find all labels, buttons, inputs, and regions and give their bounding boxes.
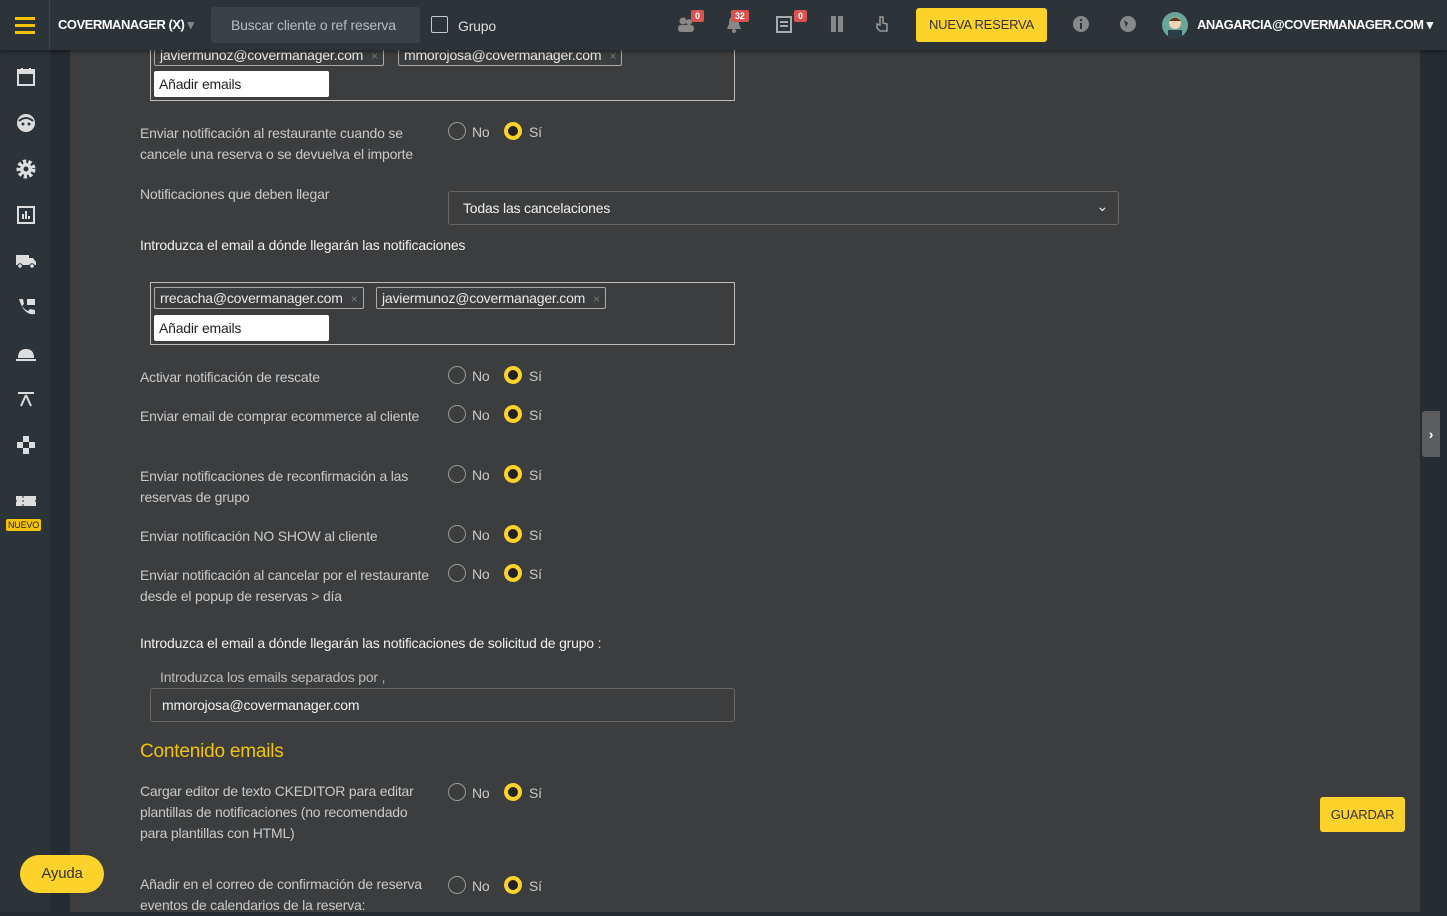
- new-badge: NUEVO: [6, 519, 42, 531]
- ecommerce-label: Enviar email de comprar ecommerce al cli…: [140, 408, 420, 424]
- radio-label-yes: Sí: [529, 124, 542, 140]
- caret-down-icon: ▾: [187, 17, 194, 32]
- calendar-events-no-radio[interactable]: [448, 876, 466, 894]
- sidebar: NUEVO: [0, 50, 50, 912]
- rescue-label: Activar notificación de rescate: [140, 369, 320, 385]
- radio-label-no: No: [472, 467, 490, 483]
- globe-icon[interactable]: [1118, 14, 1138, 34]
- chart-icon[interactable]: [15, 204, 37, 226]
- radio-label-yes: Sí: [529, 368, 542, 384]
- add-emails-input[interactable]: Añadir emails: [154, 315, 329, 341]
- group-checkbox[interactable]: [431, 16, 448, 33]
- group-email-help: Introduzca los emails separados por ,: [160, 669, 386, 685]
- gear-icon[interactable]: [15, 158, 37, 180]
- radio-label-no: No: [472, 527, 490, 543]
- radio-label-yes: Sí: [529, 878, 542, 894]
- group-email-input[interactable]: mmorojosa@covermanager.com: [150, 688, 735, 722]
- cancel-popup-label: Enviar notificación al cancelar por el r…: [140, 567, 429, 604]
- ecommerce-no-radio[interactable]: [448, 405, 466, 423]
- group-email-label: Introduzca el email a dónde llegarán las…: [140, 635, 602, 651]
- chevron-right-icon[interactable]: ›: [1422, 411, 1440, 457]
- phone-icon[interactable]: [15, 296, 37, 318]
- groups-badge: 0: [691, 10, 704, 22]
- user-email: ANAGARCIA@COVERMANAGER.COM: [1197, 17, 1424, 32]
- new-booking-button[interactable]: NUEVA RESERVA: [916, 8, 1047, 42]
- radio-label-no: No: [472, 878, 490, 894]
- ticket-icon[interactable]: [15, 490, 37, 512]
- rescue-yes-radio[interactable]: [504, 366, 522, 384]
- section-title: Contenido emails: [140, 741, 284, 762]
- radio-label-yes: Sí: [529, 785, 542, 801]
- cutlery-icon[interactable]: [827, 14, 847, 34]
- selected-value: Todas las cancelaciones: [463, 200, 611, 216]
- group-label: Grupo: [458, 18, 496, 34]
- cloche-icon[interactable]: [15, 342, 37, 364]
- calendar-events-label: Añadir en el correo de confirmación de r…: [140, 876, 422, 913]
- remove-tag-icon[interactable]: ×: [593, 292, 600, 306]
- notify-cancel-yes-radio[interactable]: [504, 122, 522, 140]
- notif-type-select[interactable]: Todas las cancelaciones ⌄: [448, 191, 1119, 225]
- radio-label-yes: Sí: [529, 467, 542, 483]
- radio-label-yes: Sí: [529, 566, 542, 582]
- table-icon[interactable]: [15, 388, 37, 410]
- add-emails-input[interactable]: Añadir emails: [154, 71, 329, 97]
- radio-label-yes: Sí: [529, 407, 542, 423]
- rescue-no-radio[interactable]: [448, 366, 466, 384]
- hand-pointer-icon[interactable]: [872, 14, 892, 34]
- restaurant-name: COVERMANAGER (X): [58, 17, 185, 32]
- radio-label-no: No: [472, 124, 490, 140]
- radio-label-no: No: [472, 785, 490, 801]
- radio-label-no: No: [472, 566, 490, 582]
- face-icon[interactable]: [15, 112, 37, 134]
- cancel-popup-no-radio[interactable]: [448, 564, 466, 582]
- cancel-popup-yes-radio[interactable]: [504, 564, 522, 582]
- reconfirm-label: Enviar notificaciones de reconfirmación …: [140, 468, 409, 505]
- alerts-badge: 32: [731, 10, 749, 22]
- reconfirm-yes-radio[interactable]: [504, 465, 522, 483]
- radio-label-no: No: [472, 407, 490, 423]
- noshow-label: Enviar notificación NO SHOW al cliente: [140, 528, 378, 544]
- user-menu[interactable]: ANAGARCIA@COVERMANAGER.COM ▾: [1197, 17, 1433, 33]
- radio-label-no: No: [472, 368, 490, 384]
- truck-icon[interactable]: [15, 250, 37, 272]
- caret-down-icon: ▾: [1426, 17, 1434, 32]
- chevron-down-icon: ⌄: [1096, 198, 1108, 214]
- noshow-no-radio[interactable]: [448, 525, 466, 543]
- notes-badge: 0: [794, 10, 807, 22]
- email-tag: rrecacha@covermanager.com ×: [154, 287, 364, 309]
- ecommerce-yes-radio[interactable]: [504, 405, 522, 423]
- radio-label-yes: Sí: [529, 527, 542, 543]
- calendar-events-yes-radio[interactable]: [504, 876, 522, 894]
- notify-cancel-no-radio[interactable]: [448, 122, 466, 140]
- top-bar: COVERMANAGER (X) ▾ Buscar cliente o ref …: [0, 0, 1447, 50]
- help-button[interactable]: Ayuda: [20, 855, 104, 893]
- reconfirm-no-radio[interactable]: [448, 465, 466, 483]
- save-button[interactable]: GUARDAR: [1320, 797, 1405, 832]
- restaurant-selector[interactable]: COVERMANAGER (X) ▾: [58, 17, 194, 33]
- calendar-icon[interactable]: [15, 66, 37, 88]
- noshow-yes-radio[interactable]: [504, 525, 522, 543]
- ckeditor-label: Cargar editor de texto CKEDITOR para edi…: [140, 783, 414, 841]
- notes-icon[interactable]: [774, 14, 794, 34]
- notif-type-label: Notificaciones que deben llegar: [140, 186, 330, 202]
- gamepad-icon[interactable]: [15, 434, 37, 456]
- ckeditor-no-radio[interactable]: [448, 783, 466, 801]
- email-tags-box[interactable]: rrecacha@covermanager.com × javiermunoz@c…: [150, 282, 735, 345]
- email-tag: javiermunoz@covermanager.com ×: [376, 287, 606, 309]
- remove-tag-icon[interactable]: ×: [609, 49, 616, 63]
- avatar[interactable]: [1162, 12, 1188, 38]
- notify-cancel-label: Enviar notificación al restaurante cuand…: [140, 125, 413, 162]
- search-input[interactable]: Buscar cliente o ref reserva: [211, 7, 420, 43]
- email-dest-label: Introduzca el email a dónde llegarán las…: [140, 237, 466, 253]
- remove-tag-icon[interactable]: ×: [351, 292, 358, 306]
- remove-tag-icon[interactable]: ×: [371, 49, 378, 63]
- ckeditor-yes-radio[interactable]: [504, 783, 522, 801]
- menu-icon[interactable]: [0, 0, 50, 50]
- info-icon[interactable]: [1071, 14, 1091, 34]
